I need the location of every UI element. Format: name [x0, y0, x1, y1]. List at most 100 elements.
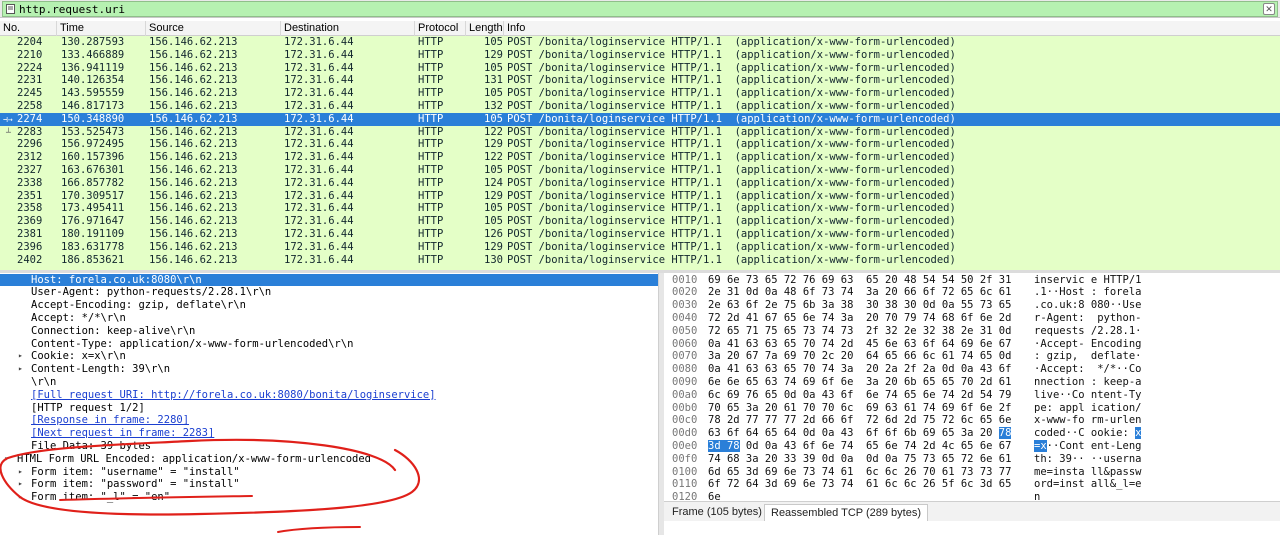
hex-ascii[interactable]: r-Agent: python- — [1034, 312, 1141, 325]
detail-link[interactable]: [Next request in frame: 2283] — [0, 427, 658, 440]
ascii-text: .co.uk:8 080··Use — [1034, 299, 1142, 312]
hex-bytes[interactable]: 70 65 3a 20 61 70 70 6c 69 63 61 74 69 6… — [708, 402, 1011, 415]
display-filter-input[interactable]: http.request.uri ✕ — [2, 1, 1278, 17]
detail-field[interactable]: ▸ Content-Length: 39\r\n — [0, 363, 658, 376]
packet-row[interactable]: 2369 176.971647 156.146.62.213 172.31.6.44 H… — [0, 215, 1280, 229]
hex-bytes[interactable]: 2e 63 6f 2e 75 6b 3a 38 30 38 30 0d 0a 5… — [708, 299, 1011, 312]
detail-field[interactable]: ▾ HTML Form URL Encoded: application/x-ww… — [0, 453, 658, 466]
hex-ascii[interactable]: pe: appl ication/ — [1034, 402, 1141, 415]
hex-ascii[interactable]: .1··Host : forela — [1034, 286, 1141, 299]
ascii-text: pe: appl ication/ — [1034, 401, 1142, 414]
hex-bytes[interactable]: 6d 65 3d 69 6e 73 74 61 6c 6c 26 70 61 7… — [708, 466, 1011, 479]
column-no[interactable]: No. — [0, 21, 57, 36]
hex-ascii[interactable]: ·Accept: */*··Co — [1034, 363, 1141, 376]
detail-field[interactable]: Content-Type: application/x-www-form-url… — [0, 338, 658, 351]
column-destination[interactable]: Destination — [281, 21, 415, 36]
hex-ascii[interactable]: x-www-fo rm-urlen — [1034, 414, 1141, 427]
hex-bytes[interactable]: 3d 78 0d 0a 43 6f 6e 74 65 6e 74 2d 4c 6… — [708, 439, 1011, 453]
packet-row[interactable]: 2312 160.157396 156.146.62.213 172.31.6.44 H… — [0, 151, 1280, 165]
packet-row[interactable]: 2327 163.676301 156.146.62.213 172.31.6.44 H… — [0, 164, 1280, 177]
hex-ascii[interactable]: nnection : keep-a — [1034, 376, 1141, 389]
packet-row[interactable]: 2258 146.817173 156.146.62.213 172.31.6.44 H… — [0, 100, 1280, 113]
packet-row[interactable]: 2358 173.495411 156.146.62.213 172.31.6.44 H… — [0, 202, 1280, 216]
hex-ascii[interactable]: live··Co ntent-Ty — [1034, 389, 1141, 402]
hex-bytes[interactable]: 6c 69 76 65 0d 0a 43 6f 6e 74 65 6e 74 2… — [708, 389, 1011, 402]
hex-ascii[interactable]: : gzip, deflate· — [1034, 350, 1141, 363]
detail-field[interactable]: ▸ Cookie: x=x\r\n — [0, 350, 658, 363]
tab-frame[interactable]: Frame (105 bytes) — [666, 504, 768, 521]
hex-bytes[interactable]: 6f 72 64 3d 69 6e 73 74 61 6c 6c 26 5f 6… — [708, 478, 1011, 491]
detail-field[interactable]: ▸ Form item: "password" = "install" — [0, 478, 658, 491]
expand-closed-icon[interactable]: ▸ — [18, 363, 23, 376]
column-time[interactable]: Time — [57, 21, 146, 36]
hex-ascii[interactable]: ·Accept- Encoding — [1034, 338, 1141, 351]
ascii-text: : gzip, deflate· — [1034, 350, 1142, 363]
detail-field[interactable]: ▸ Form item: "username" = "install" — [0, 466, 658, 479]
hex-bytes[interactable]: 2e 31 0d 0a 48 6f 73 74 3a 20 66 6f 72 6… — [708, 286, 1011, 299]
packet-row[interactable]: 2396 183.631778 156.146.62.213 172.31.6.44 H… — [0, 240, 1280, 254]
packet-row[interactable]: 2402 186.853621 156.146.62.213 172.31.6.44 H… — [0, 253, 1280, 267]
hex-bytes[interactable]: 72 2d 41 67 65 6e 74 3a 20 70 79 74 68 6… — [708, 312, 1011, 325]
hex-bytes[interactable]: 3a 20 67 7a 69 70 2c 20 64 65 66 6c 61 7… — [708, 350, 1011, 363]
hex-ascii[interactable]: n — [1034, 491, 1040, 501]
column-source[interactable]: Source — [146, 21, 281, 36]
hex-bytes[interactable]: 74 68 3a 20 33 39 0d 0a 0d 0a 75 73 65 7… — [708, 453, 1011, 466]
packet-row[interactable]: 2231 140.126354 156.146.62.213 172.31.6.44 H… — [0, 74, 1280, 88]
hex-bytes[interactable]: 0a 41 63 63 65 70 74 2d 45 6e 63 6f 64 6… — [708, 338, 1011, 351]
detail-field[interactable]: \r\n — [0, 376, 658, 389]
hex-ascii[interactable]: coded··C ookie: x — [1034, 427, 1142, 440]
packet-bytes-pane[interactable]: 0010 69 6e 73 65 72 76 69 63 65 20 48 54 … — [664, 273, 1280, 501]
packet-row[interactable]: 2210 133.466889 156.146.62.213 172.31.6.44 H… — [0, 48, 1280, 62]
hex-ascii[interactable]: th: 39·· ··userna — [1034, 453, 1141, 466]
hex-ascii[interactable]: =x··Cont ent-Leng — [1034, 439, 1141, 453]
detail-field[interactable]: Accept-Encoding: gzip, deflate\r\n — [0, 299, 658, 312]
detail-field[interactable]: [HTTP request 1/2] — [0, 402, 658, 415]
hex-ascii[interactable]: me=insta ll&passw — [1034, 466, 1141, 479]
detail-field[interactable]: File Data: 39 bytes — [0, 440, 658, 453]
expand-closed-icon[interactable]: ▸ — [18, 478, 23, 491]
clear-filter-icon[interactable]: ✕ — [1263, 3, 1275, 15]
hex-ascii[interactable]: inservic e HTTP/1 — [1034, 274, 1141, 287]
packet-row[interactable]: 2245 143.595559 156.146.62.213 172.31.6.44 H… — [0, 87, 1280, 101]
expand-closed-icon[interactable]: ▸ — [18, 466, 23, 479]
packet-row[interactable]: 2283 153.525473 156.146.62.213 172.31.6.44 H… — [0, 125, 1280, 139]
detail-field[interactable]: Accept: */*\r\n — [0, 312, 658, 325]
packet-list[interactable]: 2204 130.287593 156.146.62.213 172.31.6.44 H… — [0, 36, 1280, 270]
packet-row[interactable]: 2274 150.348890 156.146.62.213 172.31.6.44 H… — [0, 112, 1280, 126]
packet-no: 2396 — [17, 240, 43, 253]
filter-text[interactable]: http.request.uri — [19, 3, 125, 16]
hex-ascii[interactable]: .co.uk:8 080··Use — [1034, 299, 1141, 312]
column-protocol[interactable]: Protocol — [415, 21, 466, 36]
expand-closed-icon[interactable]: ▸ — [18, 350, 23, 363]
hex-ascii[interactable]: ord=inst all&_l=e — [1034, 478, 1141, 491]
detail-text: User-Agent: python-requests/2.28.1\r\n — [31, 286, 272, 299]
detail-link[interactable]: [Response in frame: 2280] — [0, 414, 658, 427]
hex-bytes[interactable]: 6e — [708, 491, 721, 501]
hex-bytes[interactable]: 78 2d 77 77 77 2d 66 6f 72 6d 2d 75 72 6… — [708, 414, 1011, 427]
hex-bytes[interactable]: 6e 6e 65 63 74 69 6f 6e 3a 20 6b 65 65 7… — [708, 376, 1011, 389]
packet-row[interactable]: 2296 156.972495 156.146.62.213 172.31.6.44 H… — [0, 138, 1280, 152]
packet-details-tree[interactable]: Host: forela.co.uk:8080\r\n User-Agent: p… — [0, 273, 658, 513]
tab-reassembled-tcp[interactable]: Reassembled TCP (289 bytes) — [764, 504, 928, 521]
detail-link[interactable]: [Full request URI: http://forela.co.uk:8… — [0, 389, 658, 402]
packet-row[interactable]: 2204 130.287593 156.146.62.213 172.31.6.44 H… — [0, 36, 1280, 49]
packet-row[interactable]: 2381 180.191109 156.146.62.213 172.31.6.44 H… — [0, 228, 1280, 241]
detail-field[interactable]: ▸ Form item: "_l" = "en" — [0, 491, 658, 504]
detail-field[interactable]: Connection: keep-alive\r\n — [0, 325, 658, 338]
packet-row[interactable]: 2224 136.941119 156.146.62.213 172.31.6.44 H… — [0, 61, 1280, 75]
packet-row[interactable]: 2338 166.857782 156.146.62.213 172.31.6.44 H… — [0, 176, 1280, 190]
bookmark-icon[interactable] — [6, 4, 15, 14]
hex-bytes[interactable]: 63 6f 64 65 64 0d 0a 43 6f 6f 6b 69 65 3… — [708, 427, 1012, 440]
detail-field[interactable]: Host: forela.co.uk:8080\r\n — [0, 273, 658, 287]
packet-row[interactable]: 2351 170.309517 156.146.62.213 172.31.6.44 H… — [0, 189, 1280, 203]
hex-ascii[interactable]: requests /2.28.1· — [1034, 325, 1141, 338]
hex-bytes[interactable]: 0a 41 63 63 65 70 74 3a 20 2a 2f 2a 0d 0… — [708, 363, 1011, 376]
expand-closed-icon[interactable]: ▸ — [18, 491, 23, 504]
column-info[interactable]: Info — [504, 21, 1280, 36]
detail-field[interactable]: User-Agent: python-requests/2.28.1\r\n — [0, 286, 658, 299]
ascii-text: inservic e HTTP/1 — [1034, 273, 1142, 286]
expand-open-icon[interactable]: ▾ — [4, 453, 9, 466]
column-length[interactable]: Length — [466, 21, 504, 36]
hex-bytes[interactable]: 69 6e 73 65 72 76 69 63 65 20 48 54 54 5… — [708, 274, 1011, 287]
hex-bytes[interactable]: 72 65 71 75 65 73 74 73 2f 32 2e 32 38 2… — [708, 325, 1011, 338]
